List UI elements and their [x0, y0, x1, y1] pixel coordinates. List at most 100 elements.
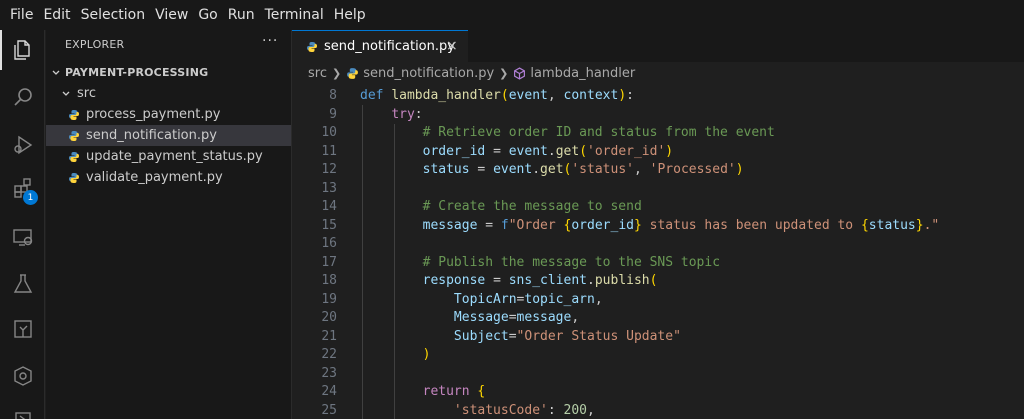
code-token: try: [391, 106, 415, 122]
code-line: 21 Subject="Order Status Update": [292, 327, 1024, 346]
menu-go[interactable]: Go: [193, 0, 222, 30]
code-line: 22 ): [292, 345, 1024, 364]
code-token: get: [555, 143, 580, 159]
code-token: :: [414, 106, 423, 122]
breadcrumb-symbol[interactable]: lambda_handler: [530, 66, 635, 81]
breadcrumb-file[interactable]: send_notification.py: [363, 66, 494, 81]
line-number: 16: [321, 236, 337, 251]
file-item[interactable]: send_notification.py: [46, 125, 291, 146]
folder-label: src: [77, 86, 96, 101]
code-line: 8 def lambda_handler(event, context):: [292, 86, 1024, 105]
menu-help[interactable]: Help: [329, 0, 371, 30]
chevron-right-icon: ❯: [331, 66, 342, 80]
line-content: try:: [360, 105, 423, 124]
file-item[interactable]: validate_payment.py: [46, 167, 291, 188]
code-line: 17 # Publish the message to the SNS topi…: [292, 253, 1024, 272]
file-label: process_payment.py: [86, 107, 221, 122]
breadcrumb-folder[interactable]: src: [308, 66, 327, 81]
code-token: :: [547, 402, 564, 418]
code-token: ,: [586, 402, 595, 418]
line-number: 22: [321, 347, 337, 362]
code-token: f: [500, 217, 509, 233]
search-button[interactable]: [0, 77, 45, 117]
aws-toolkit-icon: [13, 320, 32, 338]
code-token: ,: [594, 291, 603, 307]
code-token: status has been updated to: [641, 217, 861, 233]
kubernetes-button[interactable]: [0, 356, 45, 396]
code-token: status: [868, 217, 916, 233]
line-number: 10: [321, 125, 337, 140]
code-token: =: [508, 310, 517, 325]
code-token: :: [626, 88, 634, 103]
menu-bar: File Edit Selection View Go Run Terminal Help: [0, 0, 1024, 30]
code-line: 16: [292, 234, 1024, 253]
menu-view[interactable]: View: [150, 0, 193, 30]
explorer-more-button[interactable]: ···: [262, 33, 278, 49]
extensions-button[interactable]: 1: [0, 168, 45, 208]
testing-button[interactable]: [0, 264, 45, 304]
code-line: 13: [292, 179, 1024, 198]
line-number: 12: [321, 162, 337, 177]
code-token: 'order_id': [587, 143, 666, 159]
explorer-title: EXPLORER: [65, 38, 125, 51]
more-views-button[interactable]: [0, 398, 45, 419]
code-token: get: [540, 162, 564, 177]
aws-toolkit-button[interactable]: [0, 309, 45, 349]
extensions-badge: 1: [23, 190, 38, 205]
python-file-icon: [69, 151, 79, 162]
line-number: 23: [321, 365, 337, 381]
code-token: .: [532, 162, 541, 177]
code-token: ): [665, 143, 674, 159]
code-token: lambda_handler: [391, 88, 501, 103]
close-icon[interactable]: ×: [446, 38, 458, 54]
menu-terminal[interactable]: Terminal: [260, 0, 329, 30]
line-number: 18: [321, 273, 337, 288]
code-editor[interactable]: 8 def lambda_handler(event, context): 9 tr…: [292, 86, 1024, 419]
folder-src[interactable]: src: [46, 83, 291, 104]
explorer-button[interactable]: [0, 30, 45, 70]
tab-label: send_notification.py: [324, 39, 455, 54]
code-token: ): [618, 88, 627, 103]
kubernetes-icon: [13, 366, 32, 386]
project-folder[interactable]: PAYMENT-PROCESSING: [46, 62, 291, 83]
code-line: 19 TopicArn=topic_arn,: [292, 290, 1024, 309]
code-token: # Publish the message to the SNS topic: [422, 254, 721, 270]
code-token: event: [508, 143, 548, 159]
code-token: ,: [571, 310, 580, 325]
menu-run[interactable]: Run: [223, 0, 260, 30]
search-icon: [13, 88, 32, 106]
line-content: Subject="Order Status Update": [360, 327, 681, 346]
code-token: message: [516, 310, 572, 325]
python-file-icon: [69, 109, 79, 120]
line-number: 8: [329, 88, 337, 103]
run-debug-button[interactable]: [0, 125, 45, 165]
line-content: return {: [360, 382, 486, 401]
tab-bar: send_notification.py ×: [292, 30, 1024, 62]
code-token: order_id: [422, 143, 486, 159]
code-token: topic_arn: [524, 291, 595, 307]
code-token: =: [485, 273, 509, 288]
editor-tab[interactable]: send_notification.py ×: [292, 30, 468, 62]
file-item[interactable]: process_payment.py: [46, 104, 291, 125]
menu-edit[interactable]: Edit: [38, 0, 75, 30]
line-number: 19: [321, 291, 337, 307]
breadcrumb: src ❯ send_notification.py ❯ lambda_hand…: [292, 62, 1024, 84]
code-token: message: [422, 217, 478, 233]
line-content: status = event.get('status', 'Processed'…: [360, 160, 744, 179]
menu-file[interactable]: File: [5, 0, 38, 30]
file-item[interactable]: update_payment_status.py: [46, 146, 291, 167]
code-token: (: [579, 143, 588, 159]
python-file-icon: [69, 172, 79, 183]
code-line: 24 return {: [292, 382, 1024, 401]
code-token: Subject: [453, 328, 509, 344]
code-line: 10 # Retrieve order ID and status from t…: [292, 123, 1024, 142]
python-file-icon: [307, 41, 317, 52]
line-number: 11: [321, 143, 337, 159]
remote-explorer-button[interactable]: [0, 217, 45, 257]
code-token: Message: [453, 310, 509, 325]
menu-selection[interactable]: Selection: [76, 0, 151, 30]
